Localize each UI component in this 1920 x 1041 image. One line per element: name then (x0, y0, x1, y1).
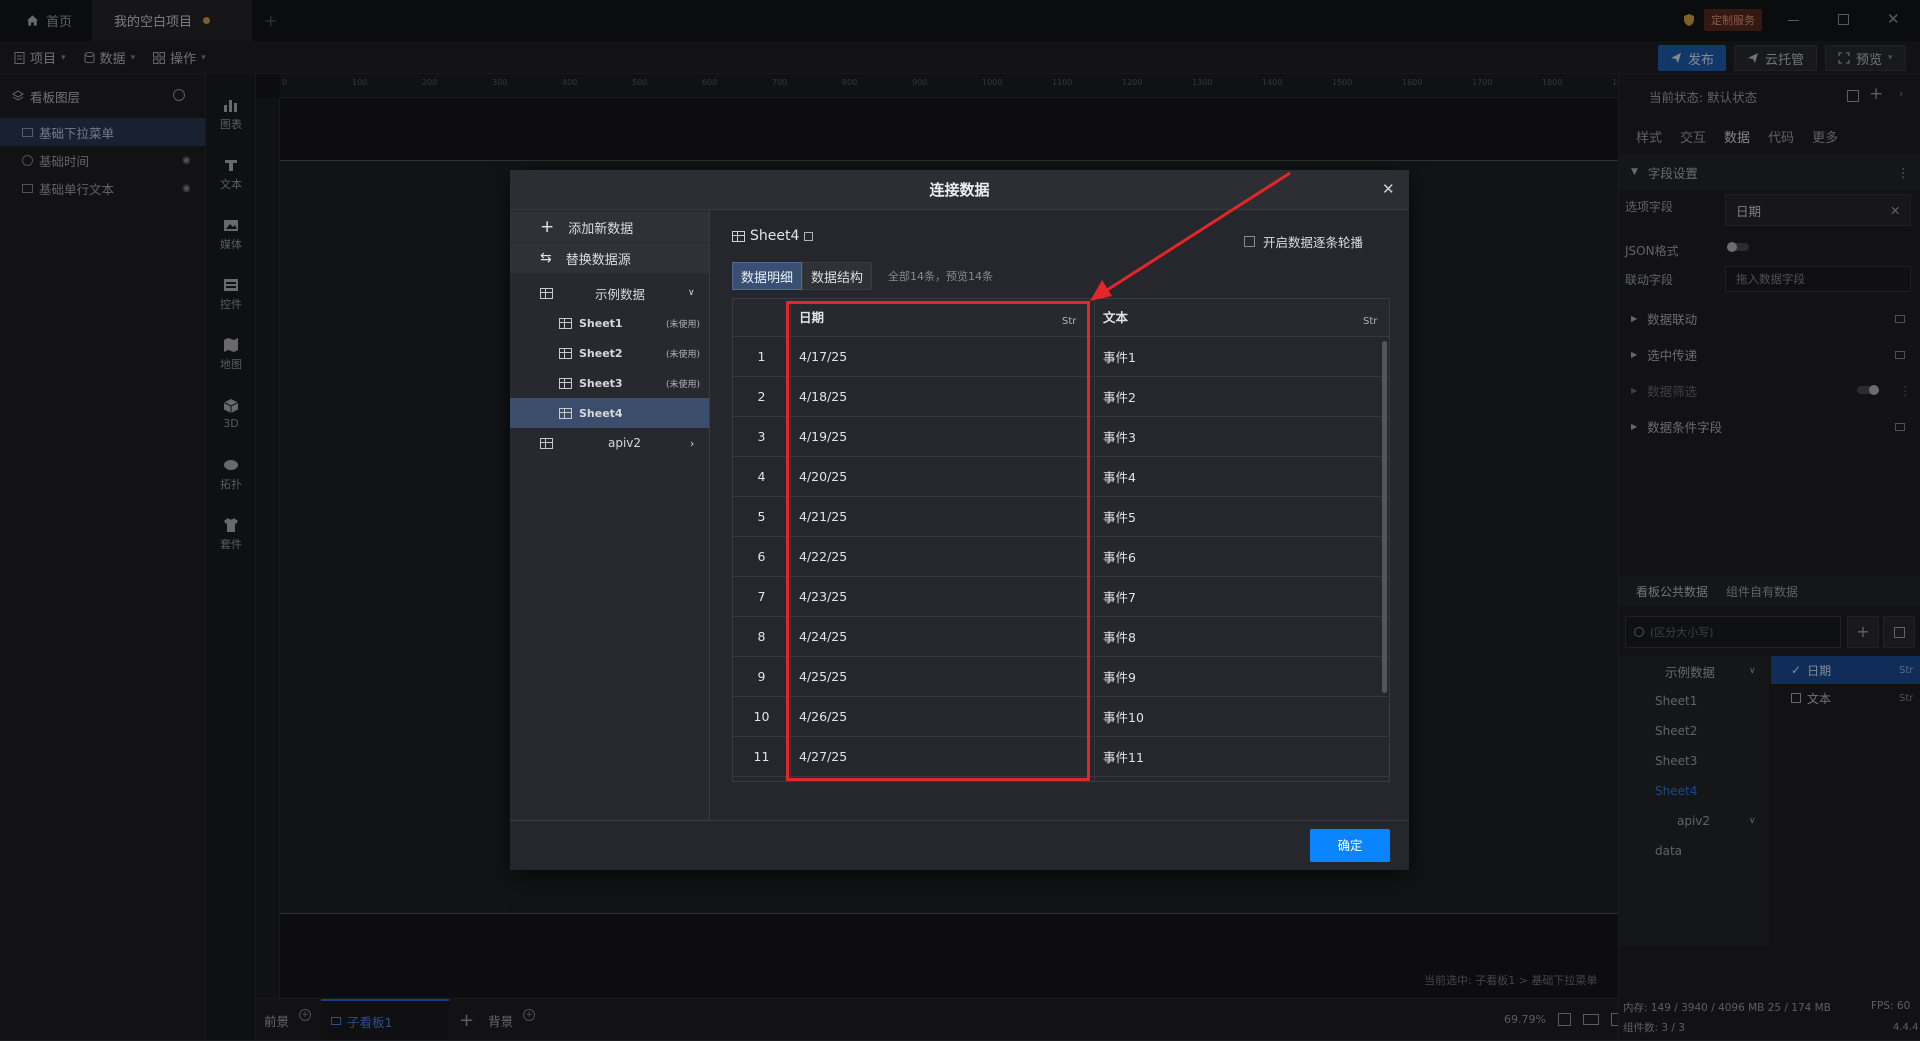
sheet-title: Sheet4 (750, 228, 800, 244)
add-new-data-button[interactable]: + 添加新数据 (510, 212, 709, 242)
table-icon (540, 437, 553, 449)
swap-icon: ⇆ (540, 250, 552, 266)
table-icon (540, 287, 553, 299)
add-new-data-label: 添加新数据 (568, 221, 634, 237)
annotation-highlight-box (786, 301, 1090, 781)
row-number: 3 (757, 429, 766, 444)
sheet-item[interactable]: Sheet3 (未使用) (510, 368, 709, 398)
dialog-footer: 确定 (510, 820, 1409, 870)
table-icon (559, 407, 572, 419)
tab-data-detail[interactable]: 数据明细 (732, 262, 803, 290)
sheet-item-label: Sheet2 (579, 346, 623, 360)
column-divider (1094, 299, 1095, 781)
replace-source-label: 替换数据源 (565, 252, 631, 268)
sheet-item[interactable]: Sheet1 (未使用) (510, 308, 709, 338)
source-group-label: 示例数据 (595, 286, 646, 302)
sheet-status: (未使用) (666, 349, 701, 360)
scrollbar[interactable] (1382, 341, 1387, 693)
plus-icon: + (540, 217, 555, 237)
text-cell: 事件11 (1103, 750, 1144, 765)
sheet-item[interactable]: Sheet2 (未使用) (510, 338, 709, 368)
table-icon (559, 377, 572, 389)
row-count-summary: 全部14条，预览14条 (888, 270, 994, 283)
sheet-item-selected[interactable]: Sheet4 (510, 398, 709, 428)
confirm-button[interactable]: 确定 (1310, 829, 1390, 862)
text-cell: 事件10 (1103, 710, 1144, 725)
row-number: 6 (757, 549, 766, 564)
edit-icon[interactable] (804, 231, 814, 241)
row-number: 4 (757, 469, 766, 484)
sheet-item-label: Sheet1 (579, 316, 623, 330)
dialog-source-list: + 添加新数据 ⇆ 替换数据源 示例数据 ∨ Sheet1 (未使用) Sheet2… (510, 210, 710, 820)
close-icon[interactable]: ✕ (1382, 180, 1395, 198)
row-number: 8 (757, 629, 766, 644)
sheet-status: (未使用) (666, 319, 701, 330)
row-number: 7 (757, 589, 766, 604)
source-group-example[interactable]: 示例数据 ∨ (510, 278, 709, 308)
row-number: 9 (757, 669, 766, 684)
sheet-item-label: Sheet4 (579, 406, 623, 420)
tab-data-structure[interactable]: 数据结构 (802, 262, 873, 290)
annotation-arrow (1090, 171, 1291, 301)
replace-source-button[interactable]: ⇆ 替换数据源 (510, 243, 709, 273)
type-badge: Str (1363, 316, 1378, 327)
table-icon (732, 230, 745, 242)
text-cell: 事件7 (1103, 590, 1136, 605)
source-group-apiv2[interactable]: apiv2 › (510, 428, 709, 458)
table-icon (559, 347, 572, 359)
text-cell: 事件8 (1103, 630, 1136, 645)
text-cell: 事件4 (1103, 470, 1136, 485)
source-group-label: apiv2 (608, 436, 642, 450)
chevron-right-icon: › (690, 436, 695, 450)
row-number: 2 (757, 389, 766, 404)
row-number: 5 (757, 509, 766, 524)
text-cell: 事件6 (1103, 550, 1136, 565)
sheet-item-label: Sheet3 (579, 376, 623, 390)
sheet-status: (未使用) (666, 379, 701, 390)
text-cell: 事件1 (1103, 350, 1136, 365)
chevron-down-icon: ∨ (688, 288, 695, 298)
row-number: 11 (753, 749, 770, 764)
row-number: 1 (757, 349, 766, 364)
text-cell: 事件9 (1103, 670, 1136, 685)
text-cell: 事件3 (1103, 430, 1136, 445)
row-number: 10 (753, 709, 770, 724)
table-icon (559, 317, 572, 329)
table-header-cell: 文本 (1103, 310, 1129, 325)
text-cell: 事件2 (1103, 390, 1136, 405)
text-cell: 事件5 (1103, 510, 1136, 525)
